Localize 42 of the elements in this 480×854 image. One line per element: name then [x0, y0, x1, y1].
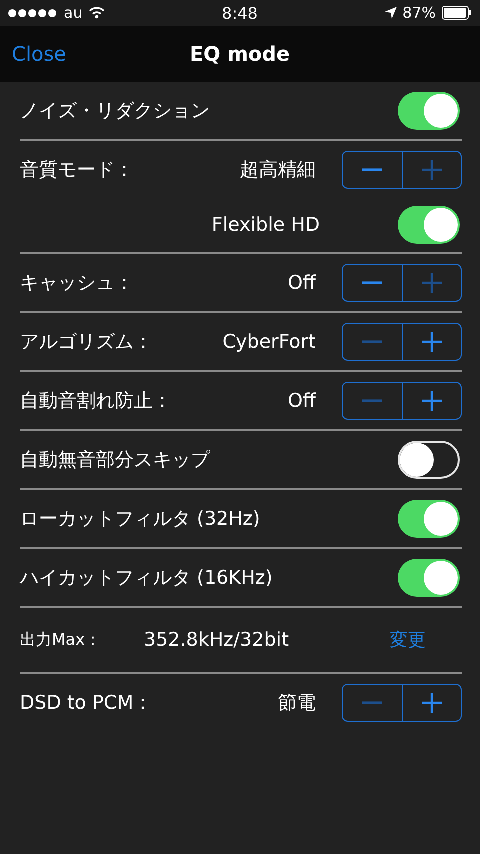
status-time: 8:48: [222, 4, 258, 22]
setting-label: キャッシュ：: [20, 270, 135, 296]
change-link[interactable]: 変更: [390, 628, 426, 652]
minus-icon: [362, 398, 382, 402]
setting-label: Flexible HD: [210, 214, 320, 236]
setting-label: 自動無音部分スキップ: [20, 448, 212, 472]
setting-value: Off: [288, 272, 316, 294]
plus-icon: [422, 332, 442, 352]
toggle-switch[interactable]: [398, 500, 460, 538]
setting-label: 音質モード：: [20, 158, 135, 182]
setting-label: 出力Max：: [20, 630, 102, 650]
setting-value: 352.8kHz/32bit: [144, 629, 290, 651]
toggle-switch[interactable]: [398, 558, 460, 596]
setting-value: Off: [288, 390, 316, 412]
setting-label: DSD to PCM：: [20, 690, 154, 716]
setting-label: ローカットフィルタ (32Hz): [20, 506, 262, 532]
battery-percent: 87%: [402, 4, 436, 22]
toggle-switch[interactable]: [398, 440, 460, 478]
setting-label: 自動音割れ防止：: [20, 388, 173, 414]
minus-icon: [362, 700, 382, 704]
signal-icon: [8, 8, 58, 18]
wifi-icon: [88, 7, 105, 19]
setting-label: アルゴリズム：: [20, 330, 154, 354]
setting-label: ハイカットフィルタ (16KHz): [20, 566, 274, 590]
carrier-name: au: [64, 4, 83, 22]
toggle-switch[interactable]: [398, 92, 460, 130]
plus-icon: [422, 692, 442, 712]
setting-value: CyberFort: [222, 330, 316, 352]
setting-label: ノイズ・リダクション: [20, 98, 211, 124]
location-arrow-icon: [384, 7, 397, 19]
plus-icon: [422, 390, 442, 410]
plus-icon: [422, 272, 442, 292]
minus-icon: [362, 280, 382, 284]
setting-value: 節電: [278, 690, 316, 716]
minus-icon: [362, 340, 382, 344]
battery-icon: [442, 6, 472, 20]
plus-icon: [422, 160, 442, 180]
toggle-switch[interactable]: [398, 206, 460, 244]
setting-value: 超高精細: [240, 158, 316, 182]
close-button[interactable]: Close: [12, 42, 66, 66]
minus-icon: [362, 168, 382, 172]
screen-title: EQ mode: [190, 42, 290, 66]
